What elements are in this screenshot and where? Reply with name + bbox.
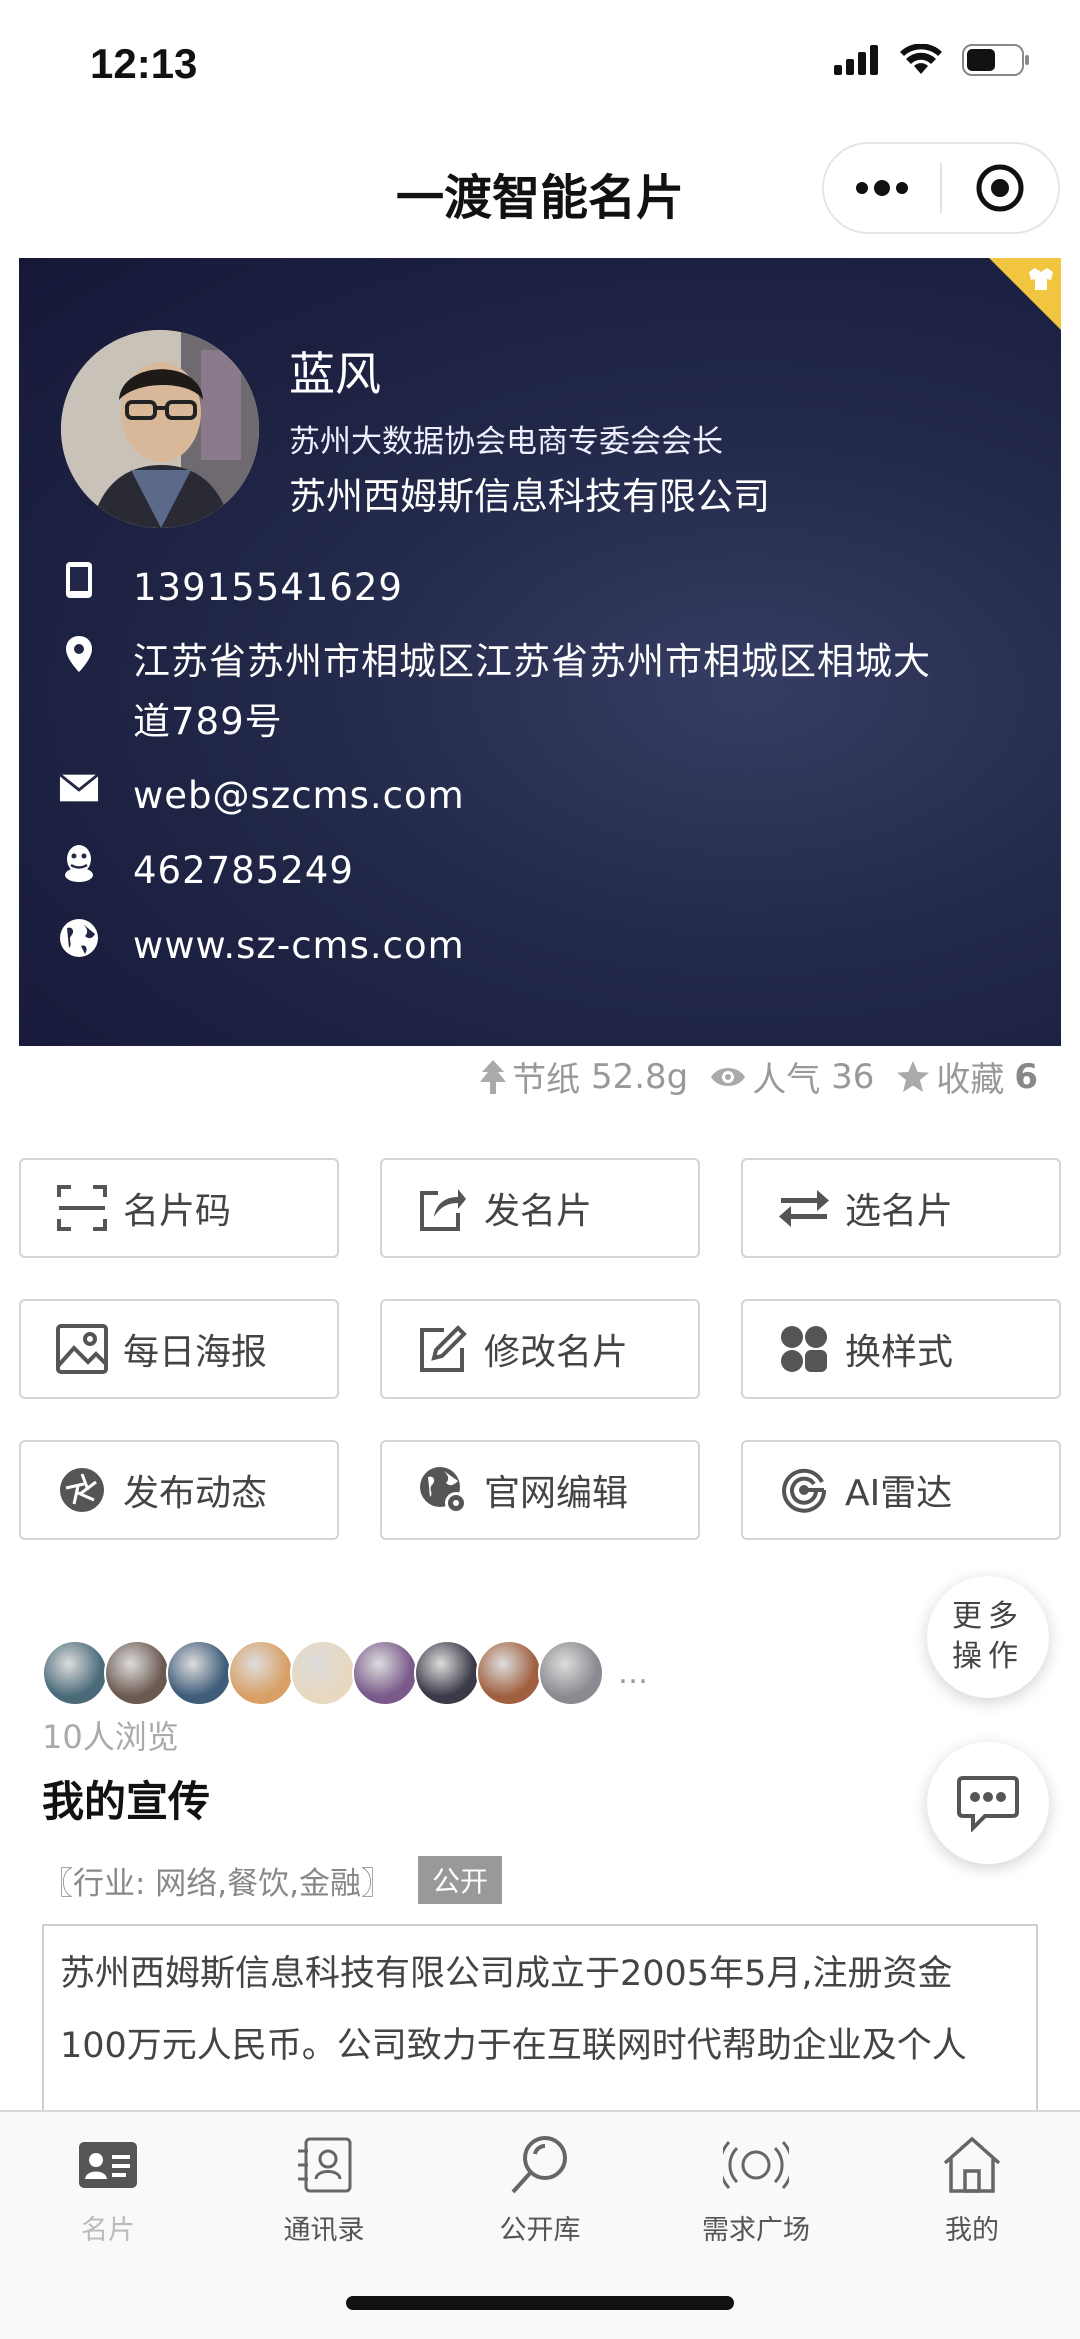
image-icon (56, 1324, 108, 1374)
card-qq: 462785249 (133, 849, 354, 892)
card-address-line2: 道789号 (133, 700, 283, 743)
promo-description: 苏州西姆斯信息科技有限公司成立于2005年5月,注册资金 100万元人民币。公司… (42, 1924, 1038, 2124)
visitor-avatar[interactable] (538, 1640, 604, 1706)
card-code-button[interactable]: 名片码 (19, 1158, 339, 1258)
promo-industry: 〖行业: 网络,餐饮,金融〗 公开 (42, 1856, 503, 1904)
website-row[interactable]: www.sz-cms.com (59, 916, 465, 976)
status-bar: 12:13 (0, 0, 1080, 130)
tab-contacts[interactable]: 通讯录 (216, 2130, 432, 2247)
phone-row[interactable]: 13915541629 (59, 558, 403, 618)
signal-icon (834, 45, 878, 75)
qq-row[interactable]: 462785249 (59, 841, 354, 901)
card-icon (79, 2142, 137, 2188)
visitor-avatar[interactable] (352, 1640, 418, 1706)
chat-button[interactable] (927, 1742, 1049, 1864)
ai-radar-button[interactable]: AI雷达 (741, 1440, 1061, 1540)
status-time: 12:13 (90, 40, 198, 87)
visitor-avatar[interactable] (42, 1640, 108, 1706)
visitor-avatar[interactable] (228, 1640, 294, 1706)
views-stat: 人气 36 (710, 1052, 874, 1101)
style-icon (781, 1326, 827, 1372)
contacts-icon (298, 2137, 352, 2193)
more-visitors[interactable]: … (618, 1656, 648, 1691)
home-indicator (346, 2296, 734, 2310)
tab-mine[interactable]: 我的 (864, 2130, 1080, 2247)
card-phone: 13915541629 (133, 566, 403, 609)
tab-demand-square[interactable]: 需求广场 (648, 2130, 864, 2247)
home-icon (943, 2136, 1001, 2193)
email-row[interactable]: web@szcms.com (59, 766, 465, 826)
card-name: 蓝风 (289, 347, 381, 401)
send-card-button[interactable]: 发名片 (380, 1158, 700, 1258)
paper-saved-stat: 节纸 52.8g (480, 1052, 688, 1101)
aperture-icon (60, 1468, 104, 1512)
visitor-avatar[interactable] (476, 1640, 542, 1706)
address-row[interactable]: 江苏省苏州市相城区江苏省苏州市相城区相城大 道789号 (59, 632, 931, 752)
eye-icon (711, 1067, 746, 1086)
visitor-avatar[interactable] (290, 1640, 356, 1706)
mini-program-capsule (822, 142, 1060, 234)
tab-card[interactable]: 名片 (0, 2130, 216, 2247)
public-badge: 公开 (418, 1856, 503, 1904)
tree-icon (480, 1059, 507, 1094)
card-website: www.sz-cms.com (133, 924, 465, 967)
business-card[interactable]: 蓝风 苏州大数据协会电商专委会会长 苏州西姆斯信息科技有限公司 13915541… (19, 258, 1061, 1046)
card-stats: 节纸 52.8g 人气 36 收藏 6 (458, 1052, 1038, 1101)
post-update-button[interactable]: 发布动态 (19, 1440, 339, 1540)
share-icon (420, 1189, 466, 1231)
select-card-button[interactable]: 选名片 (741, 1158, 1061, 1258)
wifi-icon (900, 44, 942, 74)
visitor-avatar[interactable] (414, 1640, 480, 1706)
visitor-avatar[interactable] (166, 1640, 232, 1706)
chat-icon (957, 1776, 1019, 1832)
close-mini-program-button[interactable] (942, 144, 1058, 232)
location-icon (66, 636, 92, 672)
phone-icon (66, 562, 92, 598)
broadcast-icon (723, 2140, 789, 2190)
qq-icon (65, 845, 93, 882)
more-actions-button[interactable]: 更多 操作 (927, 1576, 1049, 1698)
card-address-line1: 江苏省苏州市相城区江苏省苏州市相城区相城大 (133, 640, 931, 683)
star-icon (897, 1060, 930, 1092)
mail-icon (59, 773, 99, 802)
globe-icon (60, 919, 98, 957)
website-edit-button[interactable]: 官网编辑 (380, 1440, 700, 1540)
favorites-stat[interactable]: 收藏 6 (896, 1052, 1038, 1101)
more-button[interactable] (824, 144, 940, 232)
view-count: 10人浏览 (42, 1718, 179, 1756)
swap-icon (779, 1190, 829, 1227)
battery-icon (962, 44, 1029, 76)
promo-title: 我的宣传 (42, 1777, 211, 1826)
edit-icon (420, 1325, 467, 1372)
visitor-avatars[interactable]: … (42, 1640, 648, 1706)
shirt-icon[interactable] (989, 258, 1061, 330)
target-icon (976, 164, 1024, 212)
more-dots-icon (856, 180, 908, 196)
tab-public-library[interactable]: 公开库 (432, 2130, 648, 2247)
card-email: web@szcms.com (133, 774, 465, 817)
scan-icon (57, 1185, 107, 1231)
change-style-button[interactable]: 换样式 (741, 1299, 1061, 1399)
globe-gear-icon (420, 1467, 467, 1514)
radar-icon (782, 1468, 827, 1513)
search-icon (511, 2136, 567, 2194)
edit-card-button[interactable]: 修改名片 (380, 1299, 700, 1399)
card-position: 苏州大数据协会电商专委会会长 (289, 424, 723, 460)
visitor-avatar[interactable] (104, 1640, 170, 1706)
daily-poster-button[interactable]: 每日海报 (19, 1299, 339, 1399)
card-company: 苏州西姆斯信息科技有限公司 (289, 475, 770, 518)
avatar[interactable] (61, 330, 259, 528)
